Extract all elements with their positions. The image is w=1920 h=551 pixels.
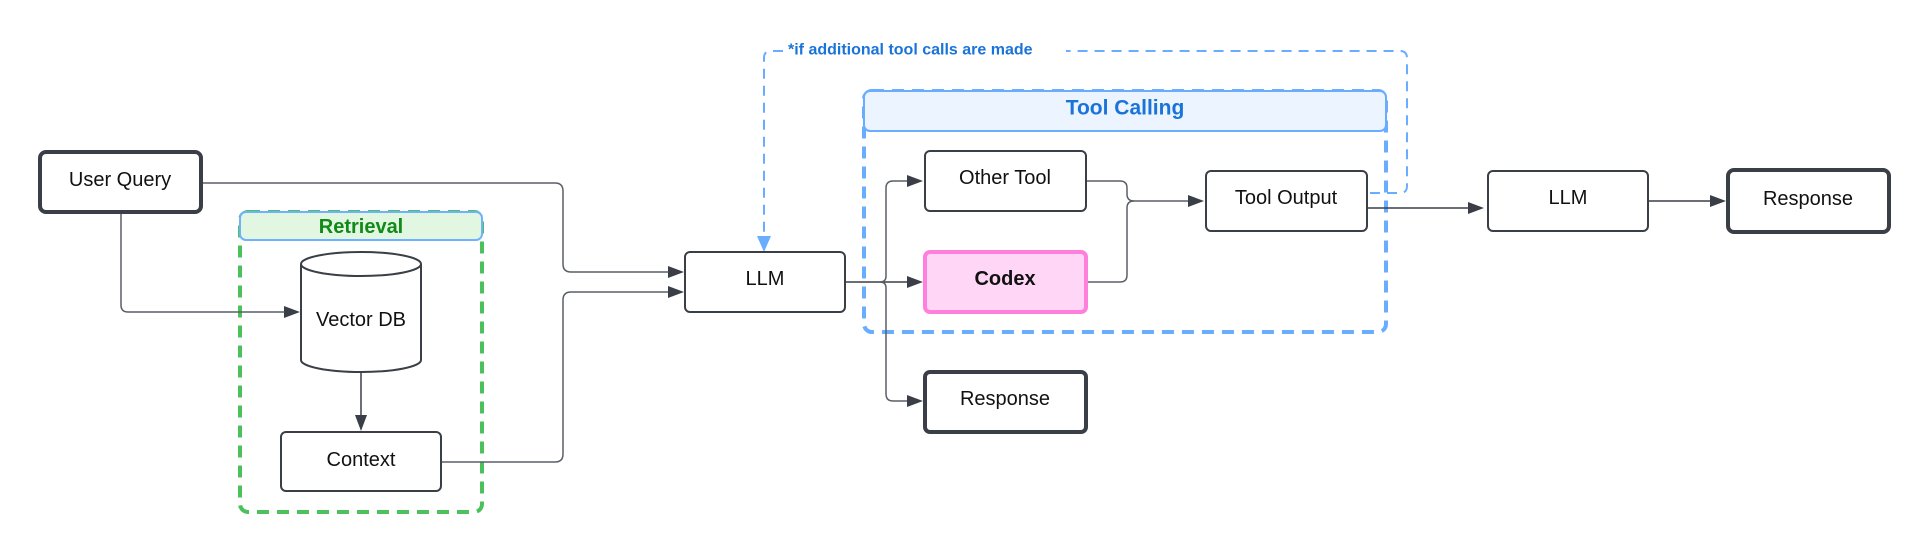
node-other-tool-label: Other Tool <box>959 167 1051 189</box>
node-response-final[interactable]: Response <box>1726 168 1891 234</box>
arrowhead <box>907 395 923 407</box>
edge-llm-othertool <box>879 180 908 283</box>
arrowhead <box>668 266 684 278</box>
node-response-final-label: Response <box>1763 188 1853 210</box>
arrowhead <box>1468 202 1484 214</box>
node-user-query[interactable]: User Query <box>38 150 203 214</box>
tool-calling-group-title: Tool Calling <box>1066 97 1185 120</box>
arrowhead <box>1188 195 1204 207</box>
arrowhead <box>1710 195 1726 207</box>
edge-codex-tooloutput <box>1086 200 1135 283</box>
node-context-label: Context <box>327 449 396 471</box>
node-llm-final[interactable]: LLM <box>1487 170 1649 232</box>
edge-othertool-tooloutput <box>1086 180 1190 202</box>
node-other-tool[interactable]: Other Tool <box>924 150 1087 212</box>
arrowhead <box>907 276 923 288</box>
node-llm-label: LLM <box>746 268 785 290</box>
loop-arrowhead <box>757 236 771 252</box>
arrowhead <box>355 415 367 431</box>
arrowhead <box>907 175 923 187</box>
node-response-direct[interactable]: Response <box>923 370 1088 434</box>
edge-llm-response <box>879 281 908 402</box>
node-response-direct-label: Response <box>960 388 1050 410</box>
node-tool-output[interactable]: Tool Output <box>1205 170 1368 232</box>
arrowhead <box>668 286 684 298</box>
node-context[interactable]: Context <box>280 431 442 492</box>
node-tool-output-label: Tool Output <box>1235 187 1338 209</box>
node-codex[interactable]: Codex <box>923 250 1088 314</box>
node-vector-db-label: Vector DB <box>316 309 406 331</box>
loop-label: *if additional tool calls are made <box>788 42 1033 59</box>
flow-diagram: Retrieval Tool Calling *if additional to… <box>38 42 1891 514</box>
loop-back-path-down <box>763 50 783 238</box>
node-llm-final-label: LLM <box>1549 187 1588 209</box>
edge-context-llm <box>442 291 670 463</box>
retrieval-group-title: Retrieval <box>319 216 404 238</box>
arrowhead <box>284 306 300 318</box>
node-vector-db[interactable]: Vector DB <box>300 251 422 373</box>
node-user-query-label: User Query <box>69 169 171 191</box>
node-llm[interactable]: LLM <box>684 251 846 313</box>
node-codex-label: Codex <box>974 268 1035 290</box>
